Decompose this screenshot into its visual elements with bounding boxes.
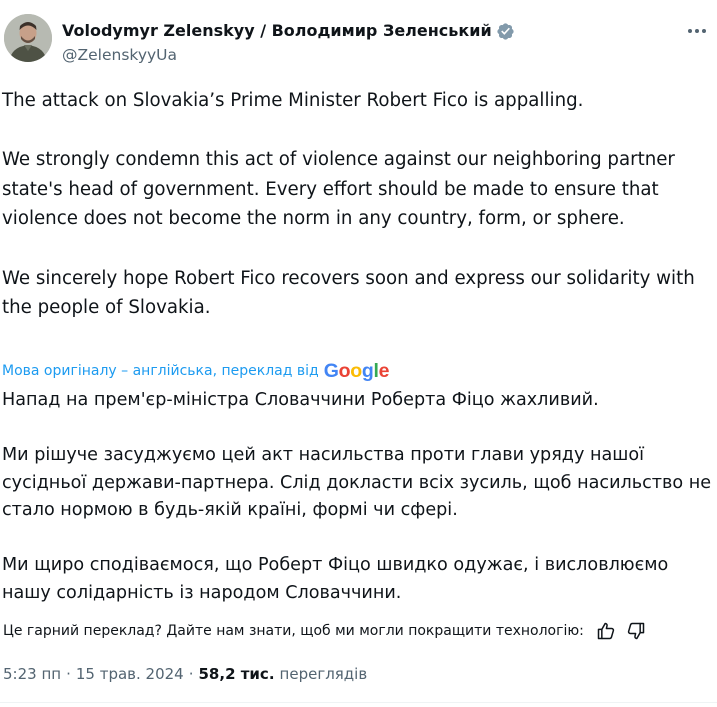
tweet-time[interactable]: 5:23 пп [3,665,61,683]
tweet-paragraph: We sincerely hope Robert Fico recovers s… [2,267,695,319]
translated-paragraph: Напад на прем'єр-міністра Словаччини Роб… [2,390,599,410]
feedback-question: Це гарний переклад? Дайте нам знати, щоб… [3,623,584,639]
translation-note[interactable]: Мова оригіналу – англійська, переклад ві… [2,363,319,379]
thumbs-up-icon[interactable] [592,619,620,643]
profile-photo-icon [4,14,52,62]
google-logo: Google [323,359,390,382]
author-name[interactable]: Volodymyr Zelenskyy / Володимир Зеленськ… [62,20,492,42]
translated-text: Напад на прем'єр-міністра Словаччини Роб… [2,387,712,607]
meta-separator: · [66,665,71,683]
verified-badge-icon[interactable] [496,22,515,41]
thumbs-down-icon[interactable] [622,619,650,643]
tweet-date[interactable]: 15 трав. 2024 [76,665,184,683]
more-options-icon[interactable] [684,20,710,42]
author-handle[interactable]: @ZelenskyyUa [62,44,177,66]
tweet-paragraph: We strongly condemn this act of violence… [2,149,675,230]
avatar[interactable] [4,14,52,62]
translation-feedback: Це гарний переклад? Дайте нам знати, щоб… [3,619,650,643]
meta-separator: · [188,665,194,683]
tweet-paragraph: The attack on Slovakia’s Prime Minister … [2,90,584,111]
author-name-row: Volodymyr Zelenskyy / Володимир Зеленськ… [62,20,515,42]
translated-paragraph: Ми рішуче засуджуємо цей акт насильства … [2,445,712,520]
translated-paragraph: Ми щиро сподіваємося, що Роберт Фіцо шви… [2,555,669,603]
views-label: переглядів [279,665,368,683]
views-count: 58,2 тис. [198,665,275,683]
divider [0,702,717,703]
translation-toggle-link[interactable]: Мова оригіналу – англійська, переклад ві… [2,360,389,382]
tweet-meta: 5:23 пп · 15 трав. 2024 · 58,2 тис. пере… [3,663,367,685]
tweet-text: The attack on Slovakia’s Prime Minister … [2,86,712,323]
